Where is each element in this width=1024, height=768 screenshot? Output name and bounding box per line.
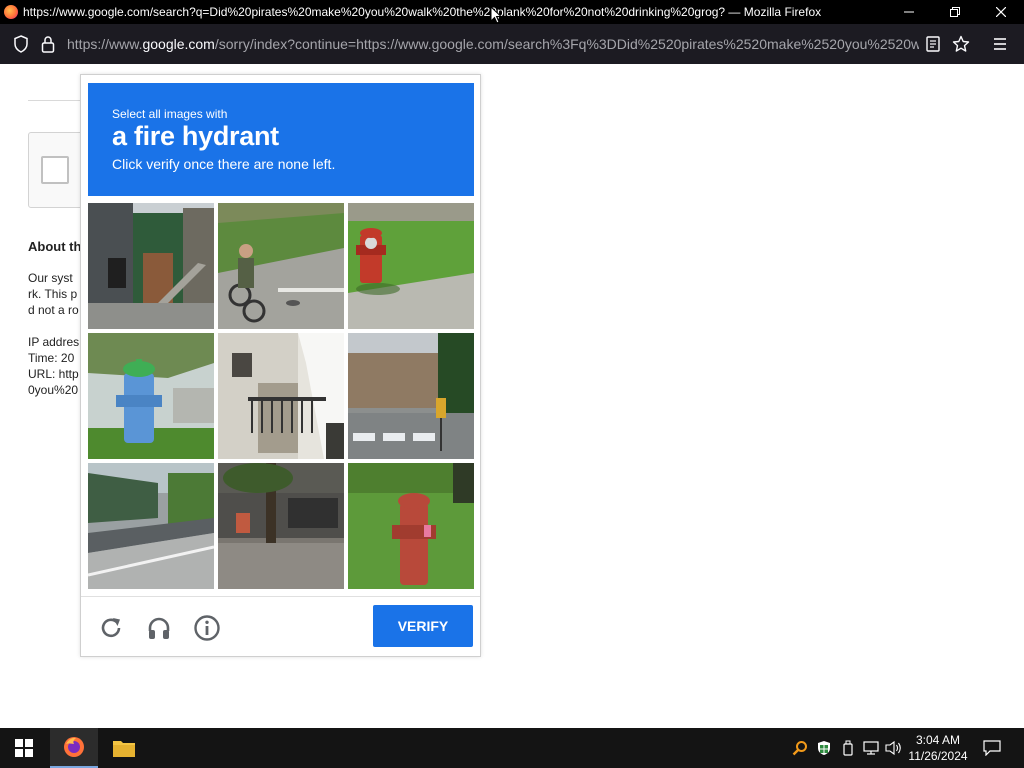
captcha-tile[interactable] <box>88 463 214 589</box>
captcha-tile[interactable] <box>88 333 214 459</box>
notifications-icon[interactable] <box>980 728 1004 768</box>
file-explorer-icon[interactable] <box>100 728 148 768</box>
captcha-tile[interactable] <box>88 203 214 329</box>
captcha-tile[interactable] <box>348 463 474 589</box>
captcha-header: Select all images with a fire hydrant Cl… <box>88 83 474 196</box>
fire-hydrant-image <box>348 203 474 329</box>
page-line: Time: 20 <box>28 351 75 365</box>
clock-time: 3:04 AM <box>915 733 961 747</box>
close-icon[interactable] <box>978 0 1024 24</box>
blue-hydrant-image <box>88 333 214 459</box>
firefox-taskbar-icon[interactable] <box>50 728 98 768</box>
reload-icon[interactable] <box>95 612 127 644</box>
captcha-challenge: Select all images with a fire hydrant Cl… <box>80 74 481 657</box>
url-bar[interactable]: https://www.google.com/sorry/index?conti… <box>67 36 919 52</box>
page-heading: About th <box>28 239 82 254</box>
page-divider <box>28 100 88 101</box>
captcha-prompt-small: Select all images with <box>112 107 228 121</box>
windows-start-icon[interactable] <box>0 728 48 768</box>
captcha-image-grid <box>88 203 474 589</box>
page-line: URL: http <box>28 367 79 381</box>
page-line: Our syst <box>28 271 73 285</box>
city-street-image <box>348 333 474 459</box>
street-building-image <box>88 203 214 329</box>
restore-icon[interactable] <box>932 0 978 24</box>
fire-hydrant-image <box>348 463 474 589</box>
usb-device-icon[interactable] <box>838 728 858 768</box>
page-line: 0you%20 <box>28 383 79 397</box>
taskbar: 3:04 AM 11/26/2024 <box>0 728 1024 768</box>
page-line: d not a ro <box>28 303 79 317</box>
captcha-tile[interactable] <box>218 463 344 589</box>
window-controls <box>886 0 1024 24</box>
info-icon[interactable] <box>191 612 223 644</box>
minimize-icon[interactable] <box>886 0 932 24</box>
captcha-footer-divider <box>81 596 480 597</box>
verify-button[interactable]: VERIFY <box>373 605 473 647</box>
recaptcha-box <box>28 132 88 208</box>
cyclist-image <box>218 203 344 329</box>
clock-date: 11/26/2024 <box>908 749 968 763</box>
search-tray-icon[interactable] <box>790 728 810 768</box>
building-balcony-image <box>218 333 344 459</box>
url-rest: /sorry/index?continue=https://www.google… <box>214 36 919 52</box>
page-line: IP addres <box>28 335 80 349</box>
taskbar-clock[interactable]: 3:04 AM 11/26/2024 <box>904 732 972 764</box>
captcha-prompt-instruction: Click verify once there are none left. <box>112 156 336 172</box>
recaptcha-checkbox[interactable] <box>41 156 69 184</box>
captcha-tile[interactable] <box>348 333 474 459</box>
shield-icon[interactable] <box>11 34 31 54</box>
mouse-cursor-icon <box>490 6 502 24</box>
firefox-icon <box>4 5 18 19</box>
network-icon[interactable] <box>860 728 882 768</box>
road-guardrail-image <box>88 463 214 589</box>
bookmark-star-icon[interactable] <box>951 34 971 54</box>
page-line: rk. This p <box>28 287 78 301</box>
browser-navbar: https://www.google.com/sorry/index?conti… <box>0 24 1024 64</box>
volume-icon[interactable] <box>884 728 904 768</box>
window-titlebar: https://www.google.com/search?q=Did%20pi… <box>0 0 1024 24</box>
storefront-image <box>218 463 344 589</box>
url-prefix: https://www. <box>67 36 143 52</box>
captcha-tile[interactable] <box>218 333 344 459</box>
menu-icon[interactable] <box>990 34 1010 54</box>
url-domain: google.com <box>142 36 215 52</box>
headphones-icon[interactable] <box>143 612 175 644</box>
captcha-tile[interactable] <box>348 203 474 329</box>
lock-icon[interactable] <box>38 34 58 54</box>
reader-view-icon[interactable] <box>923 34 943 54</box>
window-title: https://www.google.com/search?q=Did%20pi… <box>23 5 822 19</box>
captcha-prompt-target: a fire hydrant <box>112 121 279 151</box>
security-shield-icon[interactable] <box>814 728 834 768</box>
captcha-tile[interactable] <box>218 203 344 329</box>
